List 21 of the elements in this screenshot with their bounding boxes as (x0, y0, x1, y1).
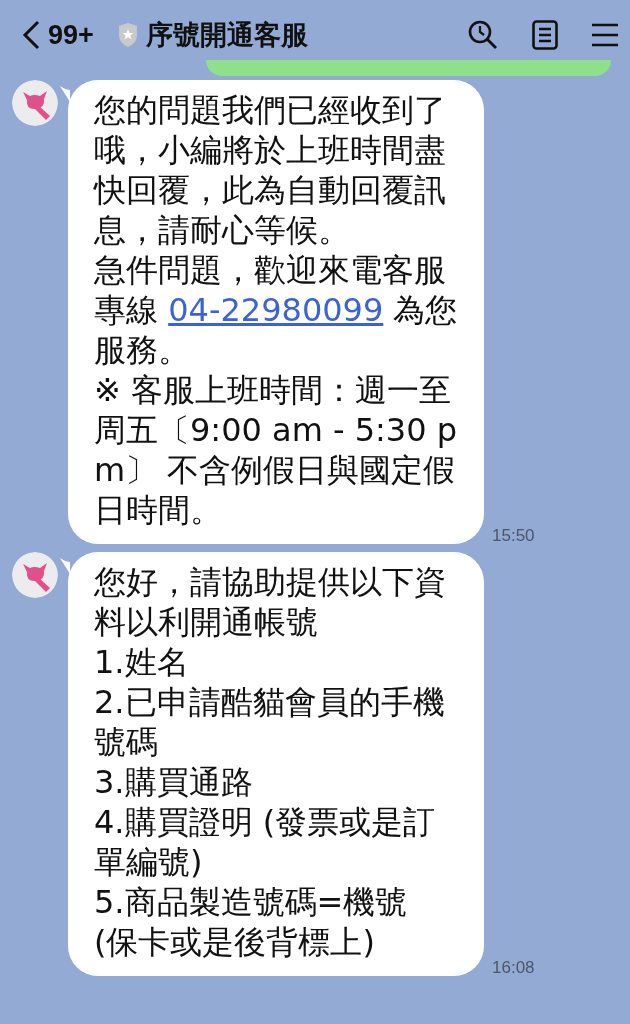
avatar[interactable] (12, 80, 58, 126)
message-text: 1.姓名 (94, 642, 190, 682)
message-text: 3.購買通路 (94, 762, 254, 802)
message-time: 15:50 (492, 524, 535, 547)
message-text: 5.商品製造號碼=機號 (保卡或是後背標上) (94, 882, 409, 962)
message-text: 4.購買證明 (發票或是訂單編號) (94, 802, 437, 882)
menu-icon[interactable] (592, 23, 618, 47)
back-icon[interactable] (22, 20, 40, 50)
message-text: 您好，請協助提供以下資料以利開通帳號 (94, 562, 447, 642)
avatar[interactable] (12, 552, 58, 598)
unread-count: 99+ (48, 18, 94, 52)
search-icon[interactable] (468, 20, 498, 50)
message-text: 急件問題，歡迎來電客服專線 04-22980099 為您服務。 (94, 250, 458, 370)
notes-icon[interactable] (532, 20, 558, 50)
chat-title: 序號開通客服 (145, 18, 308, 52)
message-text: 2.已申請酷貓會員的手機號碼 (94, 682, 446, 762)
message-text: ※ 客服上班時間：週一至周五〔9:00 am - 5:30 pm〕 不含例假日與國定假日時間。 (94, 370, 458, 530)
shield-icon (117, 23, 138, 47)
message-text: 您的問題我們已經收到了哦，小編將於上班時間盡快回覆，此為自動回覆訊息，請耐心等候。 (94, 90, 447, 250)
phone-link[interactable]: 04-22980099 (168, 291, 384, 329)
message-time: 16:08 (492, 956, 535, 979)
